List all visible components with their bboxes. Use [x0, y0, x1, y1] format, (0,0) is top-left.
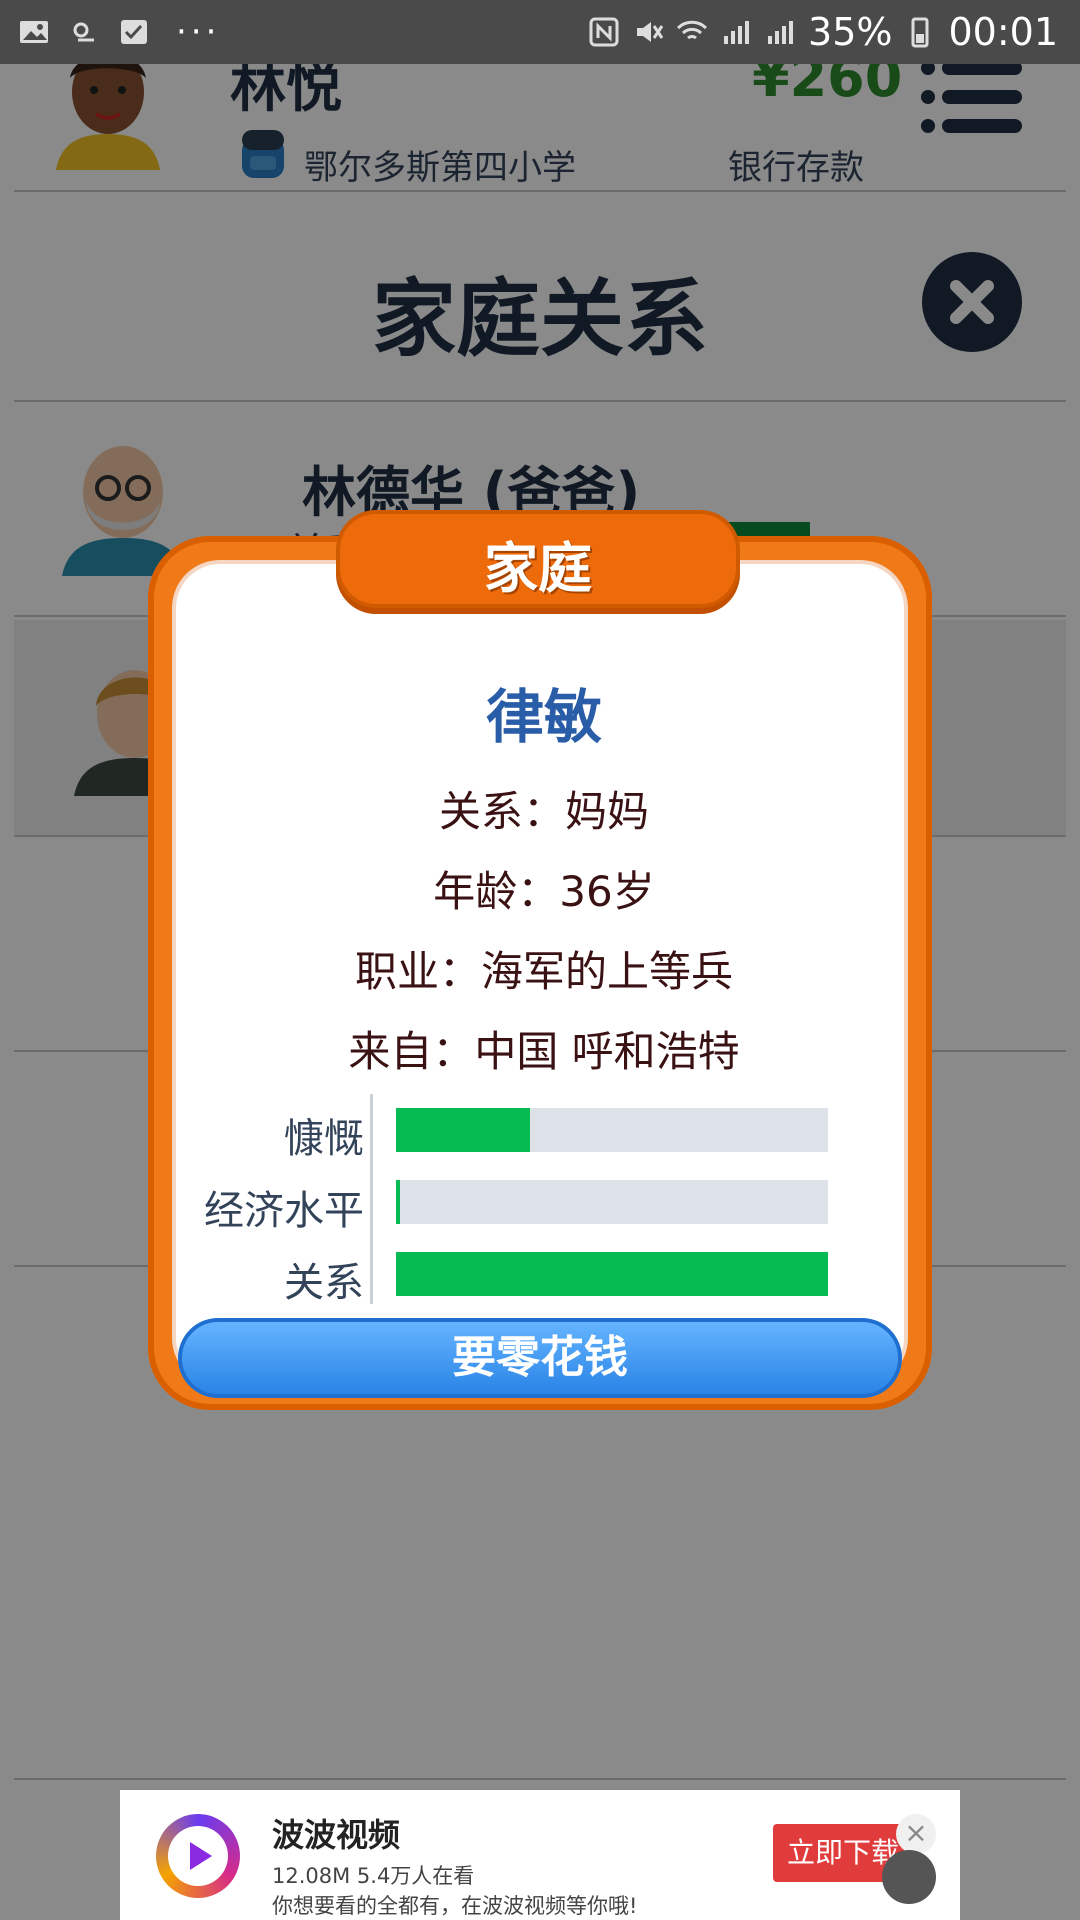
stat-fill	[396, 1180, 401, 1224]
weather-icon	[73, 22, 94, 42]
dialog-header-tab: 家庭	[336, 510, 740, 608]
stats-axis	[370, 1094, 373, 1304]
ad-description: 你想要看的全都有，在波波视频等你哦!	[272, 1894, 638, 1918]
ad-close-button[interactable]: ×	[896, 1814, 936, 1854]
ad-title: 波波视频	[272, 1816, 401, 1854]
relation-line: 关系：妈妈	[438, 787, 649, 836]
dialog-title: 家庭	[484, 537, 592, 600]
origin-line: 来自：中国 呼和浩特	[348, 1027, 740, 1076]
more-notifications: ···	[176, 12, 221, 52]
play-icon	[190, 1842, 212, 1870]
status-right-icons: 35% 00:01	[588, 10, 1058, 54]
signal-4g-icon	[768, 21, 794, 44]
stat-fill	[396, 1108, 530, 1152]
battery-percent: 35%	[808, 10, 893, 54]
stat-label-relationship: 关系	[284, 1260, 364, 1306]
age-line: 年龄：36岁	[433, 867, 655, 916]
ad-stats: 12.08M 5.4万人在看	[272, 1864, 475, 1888]
status-bar: ··· 35% 00:01	[0, 0, 1080, 64]
nfc-icon	[589, 17, 619, 47]
ad-banner[interactable]: 波波视频 12.08M 5.4万人在看 你想要看的全都有，在波波视频等你哦! 立…	[120, 1790, 960, 1920]
battery-icon	[911, 17, 929, 48]
gallery-icon	[20, 21, 48, 43]
tasks-icon	[121, 20, 147, 44]
floating-action-icon[interactable]	[882, 1850, 936, 1904]
stat-fill	[396, 1252, 828, 1296]
stat-bar-generosity	[396, 1108, 828, 1152]
stat-label-wealth: 经济水平	[204, 1188, 364, 1234]
mute-icon	[637, 22, 664, 42]
ask-allowance-button[interactable]: 要零花钱	[178, 1318, 902, 1398]
status-left-icons: ···	[18, 12, 220, 52]
stat-bar-relationship	[396, 1252, 828, 1296]
stat-label-generosity: 慷慨	[284, 1116, 364, 1162]
signal-icon	[724, 21, 750, 44]
person-name: 律敏	[485, 683, 602, 751]
stat-bar-wealth	[396, 1180, 828, 1224]
dialog-content: 律敏 关系：妈妈 年龄：36岁 职业：海军的上等兵 来自：中国 呼和浩特 慷慨 …	[172, 560, 908, 1386]
wifi-icon	[676, 20, 708, 40]
ad-app-logo	[156, 1814, 240, 1898]
clock: 00:01	[948, 10, 1058, 54]
family-member-dialog: 律敏 关系：妈妈 年龄：36岁 职业：海军的上等兵 来自：中国 呼和浩特 慷慨 …	[148, 510, 932, 1410]
job-line: 职业：海军的上等兵	[354, 947, 733, 996]
